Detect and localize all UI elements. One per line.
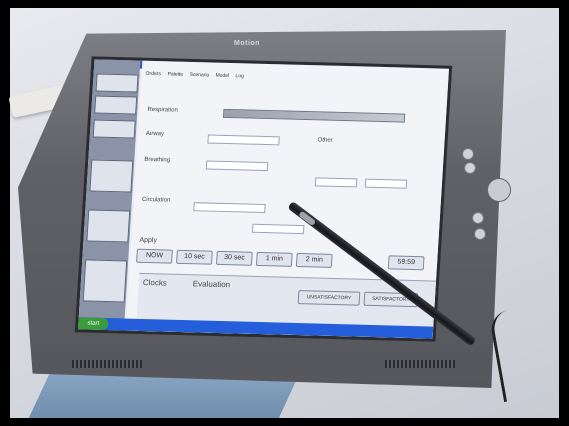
hardware-button xyxy=(472,212,484,224)
tab-scenario: Scenario xyxy=(189,71,210,79)
section-airway: Airway xyxy=(145,130,165,138)
hardware-button xyxy=(464,162,476,174)
apply-10sec-button: 10 sec xyxy=(176,249,213,265)
sidebar-panel xyxy=(92,119,136,139)
sidebar-panel xyxy=(95,73,139,93)
tab-palette: Palette xyxy=(167,71,184,78)
evaluation-title: Evaluation xyxy=(192,279,231,290)
section-respiration: Respiration xyxy=(147,106,178,114)
clock-readout: 59:59 xyxy=(387,255,425,271)
main-panel: Orders Palette Scenario Model Log Respir… xyxy=(125,60,450,339)
hardware-button xyxy=(474,228,486,240)
screen-field xyxy=(364,178,408,189)
sidebar-panel xyxy=(82,259,128,303)
sidebar-panel xyxy=(94,95,138,115)
screen-field xyxy=(205,160,269,172)
speaker-grill-right xyxy=(385,360,455,368)
screen-field xyxy=(251,223,305,235)
tablet-photo: Motion Orders Palette Scenario Model Log… xyxy=(0,0,569,426)
clocks-title: Clocks xyxy=(142,277,168,288)
sidebar-panel xyxy=(89,159,134,193)
apply-2min-button: 2 min xyxy=(295,252,333,268)
hardware-button xyxy=(462,148,474,160)
section-breathing: Breathing xyxy=(144,156,171,164)
tab-model: Model xyxy=(215,72,230,79)
speaker-grill-left xyxy=(72,360,142,368)
screen-field xyxy=(193,202,266,214)
dpad-control xyxy=(487,178,511,202)
tab-orders: Orders xyxy=(145,70,162,78)
tablet-screen: Orders Palette Scenario Model Log Respir… xyxy=(77,59,450,339)
unsatisfactory-button: UNSATISFACTORY xyxy=(297,290,361,306)
sidebar-panel xyxy=(86,209,131,243)
screen-field xyxy=(207,134,280,146)
section-other: Other xyxy=(317,137,333,144)
apply-30sec-button: 30 sec xyxy=(215,250,253,266)
device-logo: Motion xyxy=(234,40,260,47)
apply-now-button: NOW xyxy=(136,248,173,264)
section-circulation: Circulation xyxy=(141,196,171,204)
apply-1min-button: 1 min xyxy=(255,251,293,267)
start-button: start xyxy=(77,317,109,331)
respiration-bar xyxy=(222,108,406,123)
screen-field xyxy=(314,177,358,188)
apply-label: Apply xyxy=(139,236,158,245)
tab-log: Log xyxy=(235,73,245,80)
